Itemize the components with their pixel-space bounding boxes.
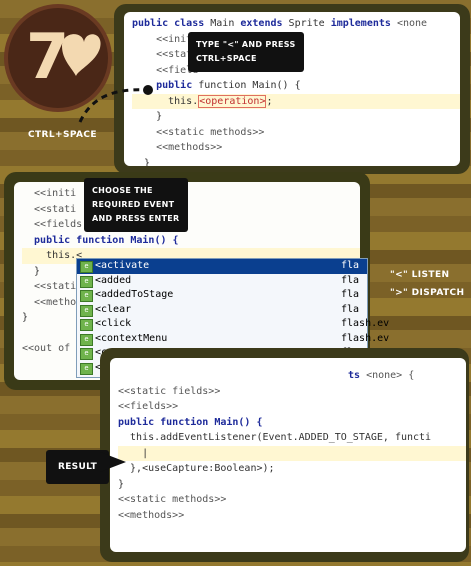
code-line: },<useCapture:Boolean>); — [118, 463, 275, 474]
code-line: <<stati — [22, 203, 77, 215]
pointer-triangle — [100, 452, 126, 472]
svg-text:7: 7 — [26, 20, 69, 93]
legend-dispatch: ">" DISPATCH — [390, 288, 465, 298]
event-icon: e — [80, 275, 93, 288]
legend-listen: "<" LISTEN — [390, 270, 450, 280]
code-line: public function Main() { — [118, 416, 263, 428]
autocomplete-item[interactable]: e <added fla — [77, 274, 367, 289]
code-line: public class Main extends Sprite impleme… — [132, 18, 428, 29]
code-line: } — [132, 157, 151, 167]
event-icon: e — [80, 319, 93, 331]
code-line: <<static fields>> — [118, 385, 221, 397]
code-line: <<methods>> — [118, 509, 185, 521]
operation-placeholder[interactable]: <operation> — [198, 94, 267, 108]
editor-frame-bottom: ts <none> { <<static fields>> <<fields>>… — [100, 348, 469, 562]
code-line: public function Main() { — [22, 234, 179, 246]
autocomplete-item[interactable]: e <clear fla — [77, 303, 367, 318]
code-line: <<methods>> — [132, 142, 223, 153]
autocomplete-item[interactable]: e <click flash.ev — [77, 317, 389, 332]
code-line: <<fields — [22, 219, 83, 230]
event-icon: e — [80, 348, 93, 360]
autocomplete-item[interactable]: e <contextMenu flash.ev — [77, 332, 389, 347]
code-line: this.addEventListener(Event.ADDED_TO_STA… — [118, 432, 432, 443]
code-line: <<static methods>> — [118, 494, 227, 505]
code-line-current: | — [118, 445, 466, 461]
event-icon: e — [80, 362, 93, 375]
event-icon: e — [80, 290, 93, 302]
code-line: <<fields>> — [118, 401, 179, 412]
event-icon: e — [80, 304, 93, 317]
code-line: <<initi — [22, 188, 77, 199]
event-icon: e — [80, 333, 93, 346]
code-editor-bottom[interactable]: ts <none> { <<static fields>> <<fields>>… — [110, 358, 466, 552]
dashed-pointer — [78, 85, 153, 123]
shortcut-label: CTRL+SPACE — [28, 130, 97, 140]
autocomplete-item[interactable]: e <addedToStage fla — [77, 288, 367, 303]
event-icon: e — [80, 261, 93, 273]
tooltip-type-hint: TYPE "<" AND PRESS CTRL+SPACE — [188, 32, 304, 72]
code-line: ts <none> { — [348, 370, 415, 381]
code-line: } — [118, 478, 125, 490]
tooltip-choose-hint: CHOOSE THE REQUIRED EVENT AND PRESS ENTE… — [84, 178, 188, 232]
autocomplete-item[interactable]: e <activate fla — [77, 259, 367, 274]
